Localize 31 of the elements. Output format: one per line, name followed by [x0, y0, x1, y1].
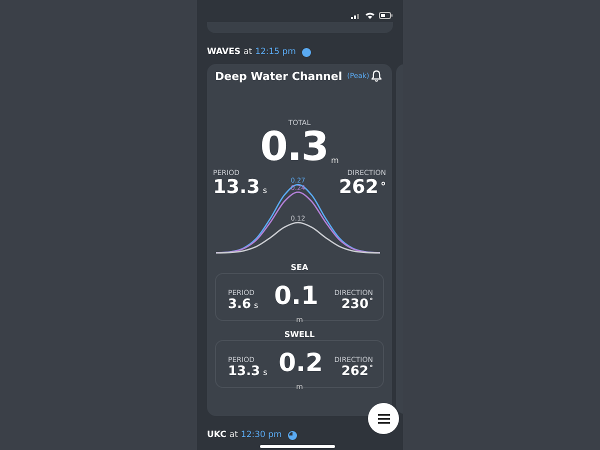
- time-link[interactable]: 12:15 pm: [255, 47, 296, 57]
- menu-button[interactable]: [368, 403, 399, 434]
- wifi-icon: [365, 12, 375, 19]
- degree-label: °: [380, 180, 386, 193]
- direction-value: 262: [341, 364, 368, 379]
- unit-label: s: [262, 186, 268, 195]
- height-value: 0.1: [274, 282, 318, 310]
- section-title: UKC: [207, 430, 226, 440]
- direction-value: 230: [341, 297, 368, 312]
- time-link[interactable]: 12:30 pm: [240, 430, 282, 440]
- component-title: SEA: [290, 263, 310, 273]
- signal-icon: [351, 12, 361, 19]
- period-value: 13.3: [228, 364, 260, 379]
- period-value: 3.6: [228, 297, 252, 312]
- section-title: WAVES: [207, 47, 241, 57]
- at-label: at: [244, 47, 252, 57]
- period-value: 13.3: [213, 176, 260, 198]
- height-value: 0.2: [278, 349, 323, 377]
- component-title: SWELL: [283, 330, 316, 340]
- total-value: 0.3: [260, 125, 328, 169]
- unit-label: s: [263, 368, 268, 377]
- pie-icon: [288, 430, 297, 440]
- unit-label: m: [331, 156, 339, 165]
- bell-icon[interactable]: [371, 70, 382, 82]
- direction-value: 262: [338, 176, 378, 198]
- card-title: Deep Water Channel: [215, 70, 342, 82]
- unit-label: s: [254, 301, 258, 310]
- dot-icon: [302, 48, 311, 56]
- at-label: at: [229, 430, 238, 440]
- battery-icon: [379, 12, 393, 19]
- menu-icon: [378, 414, 390, 424]
